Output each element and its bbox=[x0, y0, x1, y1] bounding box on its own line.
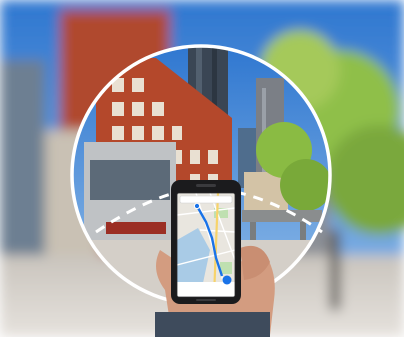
directions-fab-icon bbox=[222, 275, 232, 285]
phone-screen-map bbox=[177, 193, 235, 297]
photo-frame bbox=[0, 0, 404, 337]
scene-illustration bbox=[0, 0, 404, 337]
map-search-bar bbox=[179, 195, 233, 204]
smartphone bbox=[171, 180, 241, 304]
